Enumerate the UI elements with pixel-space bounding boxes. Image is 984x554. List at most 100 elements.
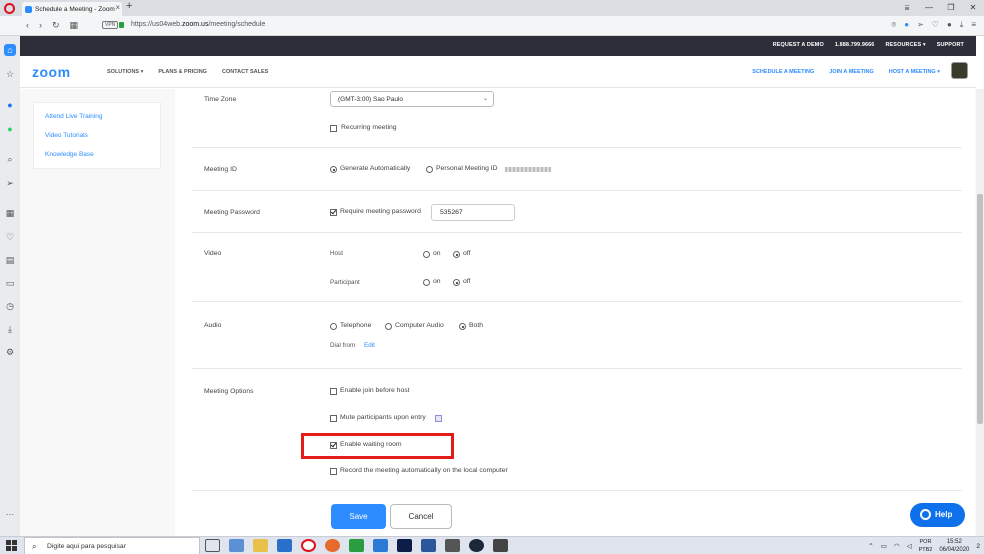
language-indicator[interactable]: POR PTB2 [919, 538, 933, 554]
app-icon[interactable] [229, 539, 244, 552]
browser-tab[interactable]: Schedule a Meeting - Zoom × [22, 2, 122, 16]
camera-icon[interactable]: ⌾ [891, 20, 896, 30]
plans-pricing-link[interactable]: PLANS & PRICING [158, 69, 207, 75]
network-icon[interactable]: ▭ [881, 542, 887, 550]
zoom-main-menu: SOLUTIONS ▾ PLANS & PRICING CONTACT SALE… [107, 69, 268, 75]
recurring-checkbox[interactable] [330, 125, 337, 132]
personal-id-radio[interactable] [426, 166, 433, 173]
video-tutorials-link[interactable]: Video Tutorials [45, 132, 88, 139]
mail-icon[interactable] [277, 539, 292, 552]
new-tab-button[interactable]: + [126, 0, 132, 12]
host-video-off-radio[interactable] [453, 251, 460, 258]
host-meeting-menu[interactable]: HOST A MEETING ▾ [889, 69, 940, 75]
file-explorer-icon[interactable] [253, 539, 268, 552]
wifi-icon[interactable]: ◠ [894, 542, 900, 550]
tab-close-icon[interactable]: × [115, 3, 120, 12]
more-icon[interactable]: … [4, 506, 16, 518]
save-button[interactable]: Save [331, 504, 386, 529]
speed-dial-icon[interactable]: ▦ [70, 20, 79, 31]
schedule-meeting-link[interactable]: SCHEDULE A MEETING [752, 69, 814, 75]
gimp-icon[interactable] [445, 539, 460, 552]
forward-icon[interactable]: › [39, 20, 42, 31]
task-view-icon[interactable] [205, 539, 220, 552]
participant-video-on-radio[interactable] [423, 279, 430, 286]
resources-menu[interactable]: RESOURCES ▾ [885, 42, 925, 48]
volume-icon[interactable]: ◁ [907, 542, 912, 550]
scrollbar-thumb[interactable] [977, 194, 983, 424]
request-demo-link[interactable]: REQUEST A DEMO [773, 42, 824, 48]
generate-auto-radio[interactable] [330, 166, 337, 173]
dial-from-edit-link[interactable]: Edit [364, 342, 375, 349]
apps-icon[interactable]: ▦ [4, 207, 16, 219]
cancel-button[interactable]: Cancel [390, 504, 452, 529]
chevron-up-icon[interactable]: ⌃ [868, 542, 873, 550]
minimize-button[interactable]: — [918, 0, 940, 16]
page-scrollbar[interactable] [976, 89, 984, 536]
vpn-badge[interactable]: VPN [102, 21, 119, 29]
clock[interactable]: 15:52 06/04/2020 [939, 538, 969, 554]
menu-icon[interactable]: ≡ [971, 20, 976, 30]
extension-icon[interactable]: ● [947, 20, 952, 30]
lock-icon[interactable] [119, 22, 124, 28]
send-icon[interactable]: ➢ [917, 20, 924, 30]
url-field[interactable]: https://us04web.zoom.us/meeting/schedule [131, 21, 265, 28]
mute-on-entry-checkbox[interactable] [330, 415, 337, 422]
send-icon[interactable]: ➢ [4, 177, 16, 189]
taskbar-search-input[interactable]: ⌕ Digite aqui para pesquisar [24, 537, 200, 554]
download-icon[interactable]: ⤓ [960, 20, 964, 30]
settings-icon[interactable]: ⚙ [4, 346, 16, 358]
filter-icon[interactable]: ⩸ [896, 0, 918, 16]
solutions-menu[interactable]: SOLUTIONS ▾ [107, 69, 143, 75]
join-meeting-link[interactable]: JOIN A MEETING [829, 69, 874, 75]
telephone-radio[interactable] [330, 323, 337, 330]
phone-link[interactable]: 1.888.799.9666 [835, 42, 875, 48]
help-button[interactable]: Help [910, 503, 965, 527]
word-icon[interactable] [421, 539, 436, 552]
close-button[interactable]: ✕ [962, 0, 984, 16]
downloads-icon[interactable]: ⤓ [4, 323, 16, 335]
clock-date: 06/04/2020 [939, 547, 970, 553]
participant-video-off-radio[interactable] [453, 279, 460, 286]
wallet-icon[interactable]: ▭ [4, 277, 16, 289]
require-password-checkbox[interactable] [330, 209, 337, 216]
join-before-host-checkbox[interactable] [330, 388, 337, 395]
computer-audio-radio[interactable] [385, 323, 392, 330]
vscode-icon[interactable] [373, 539, 388, 552]
history-icon[interactable]: ◷ [4, 300, 16, 312]
photoshop-icon[interactable] [397, 539, 412, 552]
opera-logo-icon[interactable] [4, 3, 15, 14]
maximize-button[interactable]: ❐ [940, 0, 962, 16]
back-icon[interactable]: ‹ [26, 20, 29, 31]
reload-icon[interactable]: ↻ [52, 20, 60, 31]
notification-icon[interactable]: 2 [976, 543, 980, 550]
record-local-checkbox[interactable] [330, 468, 337, 475]
time-zone-select[interactable]: (GMT-3:00) Sao Paulo ⌄ [330, 91, 494, 107]
steam-icon[interactable] [469, 539, 484, 552]
star-icon[interactable]: ☆ [4, 68, 16, 80]
support-link[interactable]: SUPPORT [937, 42, 964, 48]
opera-taskbar-icon[interactable] [301, 539, 316, 552]
attend-live-training-link[interactable]: Attend Live Training [45, 113, 102, 120]
password-input[interactable]: 535267 [431, 204, 515, 221]
firefox-icon[interactable] [325, 539, 340, 552]
host-video-on-radio[interactable] [423, 251, 430, 258]
maps-icon[interactable] [349, 539, 364, 552]
messenger-icon[interactable]: ● [4, 99, 16, 111]
computer-audio-label: Computer Audio [395, 322, 444, 329]
search-icon[interactable]: ⌕ [4, 153, 16, 165]
news-icon[interactable]: ▤ [4, 254, 16, 266]
app-icon[interactable] [493, 539, 508, 552]
contact-sales-link[interactable]: CONTACT SALES [222, 69, 268, 75]
home-icon[interactable]: ⌂ [4, 44, 16, 56]
avatar[interactable] [951, 62, 968, 79]
knowledge-base-link[interactable]: Knowledge Base [45, 151, 94, 158]
heart-icon[interactable]: ♡ [932, 20, 939, 30]
windows-start-icon[interactable] [6, 540, 17, 551]
clock-time: 15:52 [946, 539, 962, 545]
heart-icon[interactable]: ♡ [4, 231, 16, 243]
info-icon[interactable] [435, 415, 442, 422]
verified-icon[interactable]: ● [904, 20, 909, 30]
both-audio-radio[interactable] [459, 323, 466, 330]
whatsapp-icon[interactable]: ● [4, 123, 16, 135]
zoom-logo[interactable]: zoom [32, 64, 71, 80]
